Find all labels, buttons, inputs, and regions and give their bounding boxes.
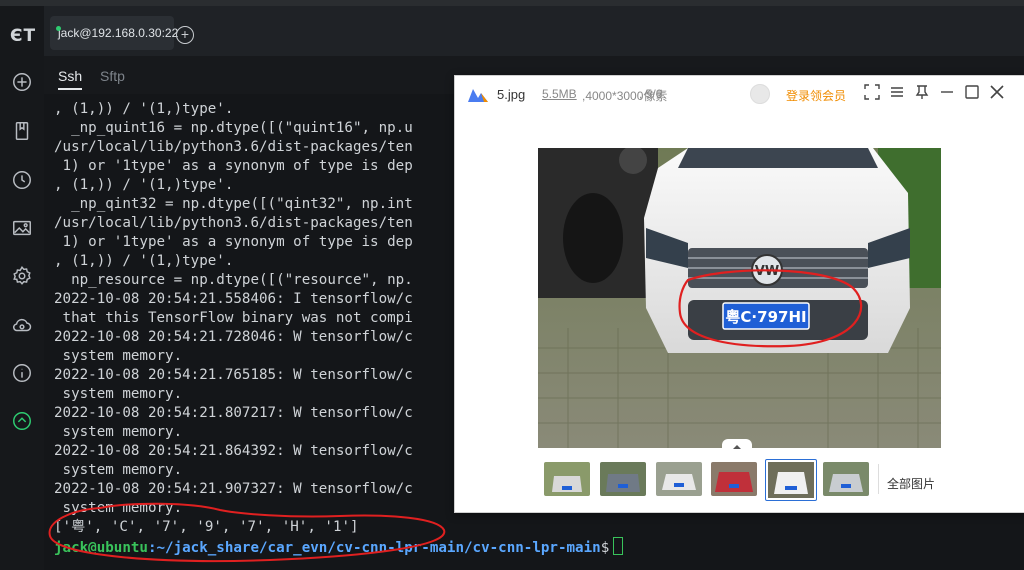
terminal-line: 2022-10-08 20:54:21.728046: W tensorflow… [54, 329, 413, 345]
session-tab-label: jack@192.168.0.30:22 [58, 26, 179, 40]
terminal-line: _np_quint16 = np.dtype([("quint16", np.u [54, 120, 413, 136]
info-icon[interactable] [10, 361, 34, 385]
prompt-symbol: $ [600, 540, 610, 556]
terminal-line: 2022-10-08 20:54:21.864392: W tensorflow… [54, 443, 413, 459]
terminal-line: that this TensorFlow binary was not comp… [54, 310, 413, 326]
vip-login-link[interactable]: 登录领会员 [786, 87, 846, 104]
close-icon[interactable] [988, 84, 1006, 102]
terminal-line: system memory. [54, 386, 183, 402]
terminal-line: 2022-10-08 20:54:21.765185: W tensorflow… [54, 367, 413, 383]
tab-ssh[interactable]: Ssh [58, 68, 83, 90]
terminal-line: 2022-10-08 20:54:21.907327: W tensorflow… [54, 481, 413, 497]
license-plate: 粤C·797HI [725, 308, 806, 326]
pin-icon[interactable] [913, 84, 931, 102]
terminal-line: system memory. [54, 424, 183, 440]
thumbnail-1[interactable] [544, 462, 590, 496]
terminal-line: /usr/local/lib/python3.6/dist-packages/t… [54, 215, 413, 231]
menu-icon[interactable] [888, 84, 906, 102]
terminal-line: /usr/local/lib/python3.6/dist-packages/t… [54, 139, 413, 155]
prompt-path: :~/jack_share/car_evn/cv-cnn-lpr-main/cv… [147, 540, 601, 556]
shell-prompt[interactable]: jack@ubuntu:~/jack_share/car_evn/cv-cnn-… [54, 537, 624, 558]
image-viewer-window: 5.jpg 5.5MB ,4000*3000像素 , 5/6 登录领会员 VW … [454, 75, 1024, 513]
terminal-cursor [613, 537, 624, 555]
image-icon[interactable] [10, 216, 34, 240]
terminal-line: , (1,)) / '(1,)type'. [54, 253, 234, 269]
cloud-sync-icon[interactable] [10, 313, 34, 337]
add-session-icon[interactable]: + [176, 26, 194, 44]
terminal-line: 1) or '1type' as a synonym of type is de… [54, 158, 413, 174]
sidebar: ЄT [0, 6, 44, 570]
terminal-line: 1) or '1type' as a synonym of type is de… [54, 234, 413, 250]
app-logo: ЄT [10, 26, 37, 46]
thumbnail-divider [878, 464, 879, 494]
thumbnail-5-selected[interactable] [765, 459, 817, 501]
viewer-logo-icon [467, 87, 489, 108]
viewer-header: 5.jpg 5.5MB ,4000*3000像素 , 5/6 登录领会员 [455, 76, 1024, 113]
main-photo[interactable]: VW 粤C·797HI [538, 148, 941, 448]
terminal-line: 2022-10-08 20:54:21.558406: I tensorflow… [54, 291, 413, 307]
add-circle-icon[interactable] [10, 70, 34, 94]
scroll-up-icon[interactable] [10, 409, 34, 433]
avatar[interactable] [750, 84, 770, 104]
terminal-line: np_resource = np.dtype([("resource", np. [54, 272, 413, 288]
tab-sftp[interactable]: Sftp [100, 68, 125, 84]
fullscreen-icon[interactable] [863, 84, 881, 102]
thumbnail-4[interactable] [711, 462, 757, 496]
terminal-line: _np_qint32 = np.dtype([("qint32", np.int [54, 196, 413, 212]
viewer-position: , 5/6 [639, 87, 663, 101]
minimize-icon[interactable] [938, 84, 956, 102]
thumbnail-2[interactable] [600, 462, 646, 496]
thumbnail-6[interactable] [823, 462, 869, 496]
terminal-line: , (1,)) / '(1,)type'. [54, 177, 234, 193]
viewer-filename: 5.jpg [497, 87, 526, 102]
viewer-file-size[interactable]: 5.5MB [542, 87, 577, 101]
session-tab-bar: jack@192.168.0.30:22 + [44, 6, 1024, 56]
terminal-line: , (1,)) / '(1,)type'. [54, 101, 234, 117]
connected-status-dot [56, 26, 61, 31]
maximize-icon[interactable] [963, 84, 981, 102]
bookmark-icon[interactable] [10, 119, 34, 143]
all-pictures-button[interactable]: 全部图片 [887, 475, 935, 492]
collapse-thumbs-handle[interactable] [722, 439, 752, 451]
terminal-line: 2022-10-08 20:54:21.807217: W tensorflow… [54, 405, 413, 421]
thumbnail-strip: 全部图片 [455, 452, 1024, 512]
session-tab[interactable]: jack@192.168.0.30:22 [50, 16, 178, 50]
terminal-line: system memory. [54, 500, 183, 516]
terminal-line: system memory. [54, 462, 183, 478]
terminal-line: system memory. [54, 348, 183, 364]
prompt-user: jack@ubuntu [54, 540, 148, 556]
history-clock-icon[interactable] [10, 168, 34, 192]
settings-gear-icon[interactable] [10, 264, 34, 288]
thumbnail-3[interactable] [656, 462, 702, 496]
plate-recognition-result: ['粤', 'C', '7', '9', '7', 'H', '1'] [54, 519, 359, 535]
